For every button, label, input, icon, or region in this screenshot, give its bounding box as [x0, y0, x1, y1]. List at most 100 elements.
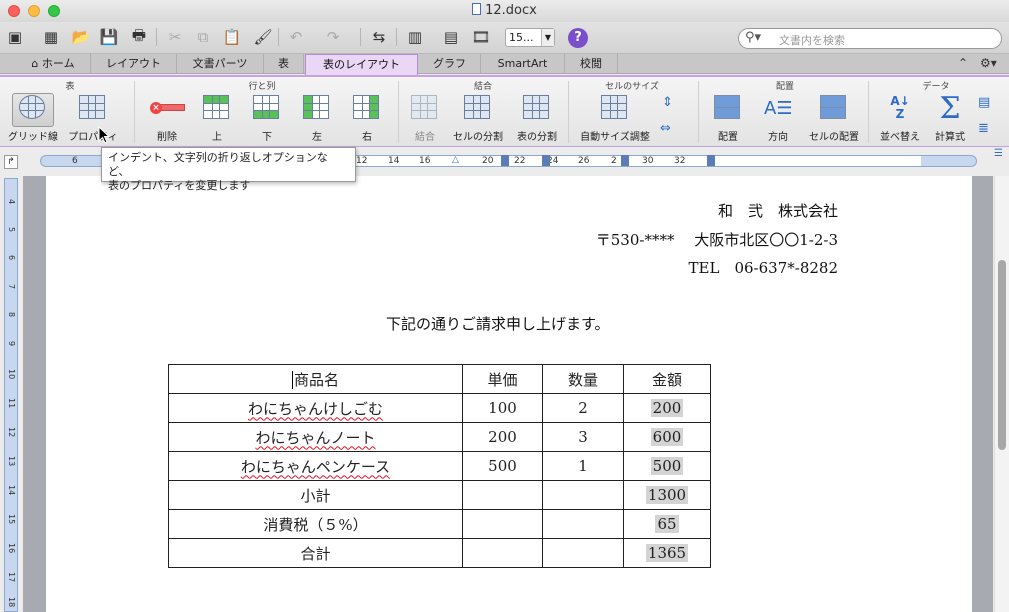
cell-quantity[interactable]: 1 [542, 451, 624, 481]
insert-below-button[interactable]: 下 [250, 95, 284, 143]
zoom-select[interactable]: 15... ▼ [505, 28, 555, 47]
cell-margins-button[interactable]: セルの配置 [806, 95, 862, 143]
media-browser-icon[interactable]: 🎞 [470, 26, 492, 48]
column-marker[interactable] [621, 155, 629, 166]
subtotal-label[interactable]: 小計 [168, 480, 463, 510]
cell-quantity[interactable]: 2 [542, 393, 624, 423]
tab-table-layout[interactable]: 表のレイアウト [305, 54, 418, 75]
group-divider [868, 81, 869, 143]
gridlines-label: グリッド線 [8, 132, 58, 143]
sidebar-icon[interactable]: ▥ [404, 26, 426, 48]
indent-marker-icon[interactable]: △ [452, 155, 460, 166]
cell-product[interactable]: わにちゃんペンケース [168, 451, 463, 481]
table-properties-icon [79, 95, 107, 123]
scrollbar-thumb[interactable] [998, 260, 1006, 450]
empty-cell[interactable] [462, 538, 543, 568]
save-icon[interactable]: 💾 [98, 26, 120, 48]
split-cells-button[interactable]: セルの分割 [450, 95, 506, 143]
tab-review[interactable]: 校閲 [565, 54, 618, 74]
print-icon[interactable]: 🖶 [128, 26, 150, 48]
insert-right-button[interactable]: 右 [350, 95, 384, 143]
gridlines-button[interactable]: グリッド線 [6, 95, 60, 143]
cell-product[interactable]: わにちゃんノート [168, 422, 463, 452]
column-marker[interactable] [707, 155, 715, 166]
insert-left-button[interactable]: 左 [300, 95, 334, 143]
convert-to-text-icon[interactable]: ≣ [978, 121, 989, 136]
ribbon-settings-gear-icon[interactable]: ⚙▾ [980, 56, 997, 70]
tab-tables[interactable]: 表 [264, 54, 304, 74]
tab-charts[interactable]: グラフ [419, 54, 481, 74]
view-icon[interactable]: ▤ [440, 26, 462, 48]
total-cell[interactable]: 1365 [623, 538, 711, 568]
repeat-header-rows-icon[interactable]: ▤ [978, 95, 990, 110]
cell-amount[interactable]: 500 [623, 451, 711, 481]
tooltip-line-2: 表のプロパティを変更します [108, 179, 251, 192]
column-marker[interactable] [542, 155, 550, 166]
empty-cell[interactable] [542, 480, 624, 510]
cell-unit-price[interactable]: 500 [462, 451, 543, 481]
vertical-scrollbar[interactable] [994, 176, 1009, 612]
zoom-window-button[interactable] [48, 5, 60, 17]
toolbar-divider [360, 28, 361, 46]
merge-cells-label: 結合 [415, 132, 435, 143]
tab-home[interactable]: ⌂ ホーム [16, 54, 91, 74]
empty-cell[interactable] [542, 509, 624, 539]
cell-unit-price[interactable]: 200 [462, 422, 543, 452]
autofit-button[interactable]: 自動サイズ調整 [576, 95, 654, 143]
cell-margins-icon [820, 95, 848, 123]
redo-icon[interactable]: ↷ [322, 26, 344, 48]
collapse-ribbon-icon[interactable]: ⌃ [958, 56, 968, 70]
undo-icon[interactable]: ↶ [285, 26, 307, 48]
tax-cell[interactable]: 65 [623, 509, 711, 539]
insert-above-button[interactable]: 上 [200, 95, 234, 143]
tax-label[interactable]: 消費税（５%） [168, 509, 463, 539]
subtotal-cell[interactable]: 1300 [623, 480, 711, 510]
cell-amount[interactable]: 200 [623, 393, 711, 423]
new-document-icon[interactable]: ▣ [4, 26, 26, 48]
paste-icon[interactable]: 📋 [221, 26, 243, 48]
merge-cells-button[interactable]: 結合 [408, 95, 442, 143]
tab-selector-button[interactable]: ↱ [4, 155, 18, 169]
tab-layout[interactable]: レイアウト [91, 54, 177, 74]
copy-icon[interactable]: ⧉ [192, 26, 214, 48]
cell-quantity[interactable]: 3 [542, 422, 624, 452]
text-direction-button[interactable]: A☰ 方向 [756, 95, 800, 143]
table-properties-button[interactable]: プロパティ [66, 95, 120, 143]
column-marker[interactable] [501, 155, 509, 166]
split-view-icon[interactable]: ☰ [994, 148, 1009, 160]
align-button[interactable]: 配置 [706, 95, 750, 143]
header-product[interactable]: 商品名 [168, 364, 463, 394]
delete-button[interactable]: × 削除 [146, 95, 188, 143]
total-label[interactable]: 合計 [168, 538, 463, 568]
vruler-number: 17 [7, 572, 16, 583]
tab-document-elements[interactable]: 文書パーツ [177, 54, 264, 74]
navigation-pane-icon[interactable]: ⇆ [368, 26, 390, 48]
split-table-button[interactable]: 表の分割 [512, 95, 562, 143]
empty-cell[interactable] [542, 538, 624, 568]
invoice-table[interactable]: 商品名 単価 数量 金額 わにちゃんけしごむ 100 2 200 わにちゃんノー… [168, 364, 711, 568]
group-divider [698, 81, 699, 143]
distribute-columns-icon[interactable]: ⇔ [660, 121, 671, 136]
cell-unit-price[interactable]: 100 [462, 393, 543, 423]
ruler-number: 20 [482, 156, 494, 166]
empty-cell[interactable] [462, 509, 543, 539]
header-amount[interactable]: 金額 [623, 364, 711, 394]
formula-button[interactable]: Σ 計算式 [930, 94, 970, 144]
open-icon[interactable]: 📂 [70, 26, 92, 48]
header-quantity[interactable]: 数量 [542, 364, 624, 394]
search-field[interactable]: ⚲▾ 文書内を検索 [738, 28, 1002, 49]
sort-button[interactable]: A↓ Z 並べ替え [878, 95, 922, 144]
cell-product[interactable]: わにちゃんけしごむ [168, 393, 463, 423]
help-button[interactable]: ? [568, 28, 588, 48]
tab-smartart[interactable]: SmartArt [481, 54, 565, 74]
empty-cell[interactable] [462, 480, 543, 510]
cut-icon[interactable]: ✂ [164, 26, 186, 48]
gallery-icon[interactable]: ▦ [40, 26, 62, 48]
distribute-rows-icon[interactable]: ⇕ [662, 95, 673, 110]
minimize-window-button[interactable] [28, 5, 40, 17]
close-window-button[interactable] [8, 5, 20, 17]
cell-amount[interactable]: 600 [623, 422, 711, 452]
header-unit-price[interactable]: 単価 [462, 364, 543, 394]
format-painter-icon[interactable]: 🖌 [252, 26, 274, 48]
vertical-ruler[interactable]: 4 5 6 7 8 9 10 11 12 13 14 15 16 17 18 [4, 178, 18, 612]
